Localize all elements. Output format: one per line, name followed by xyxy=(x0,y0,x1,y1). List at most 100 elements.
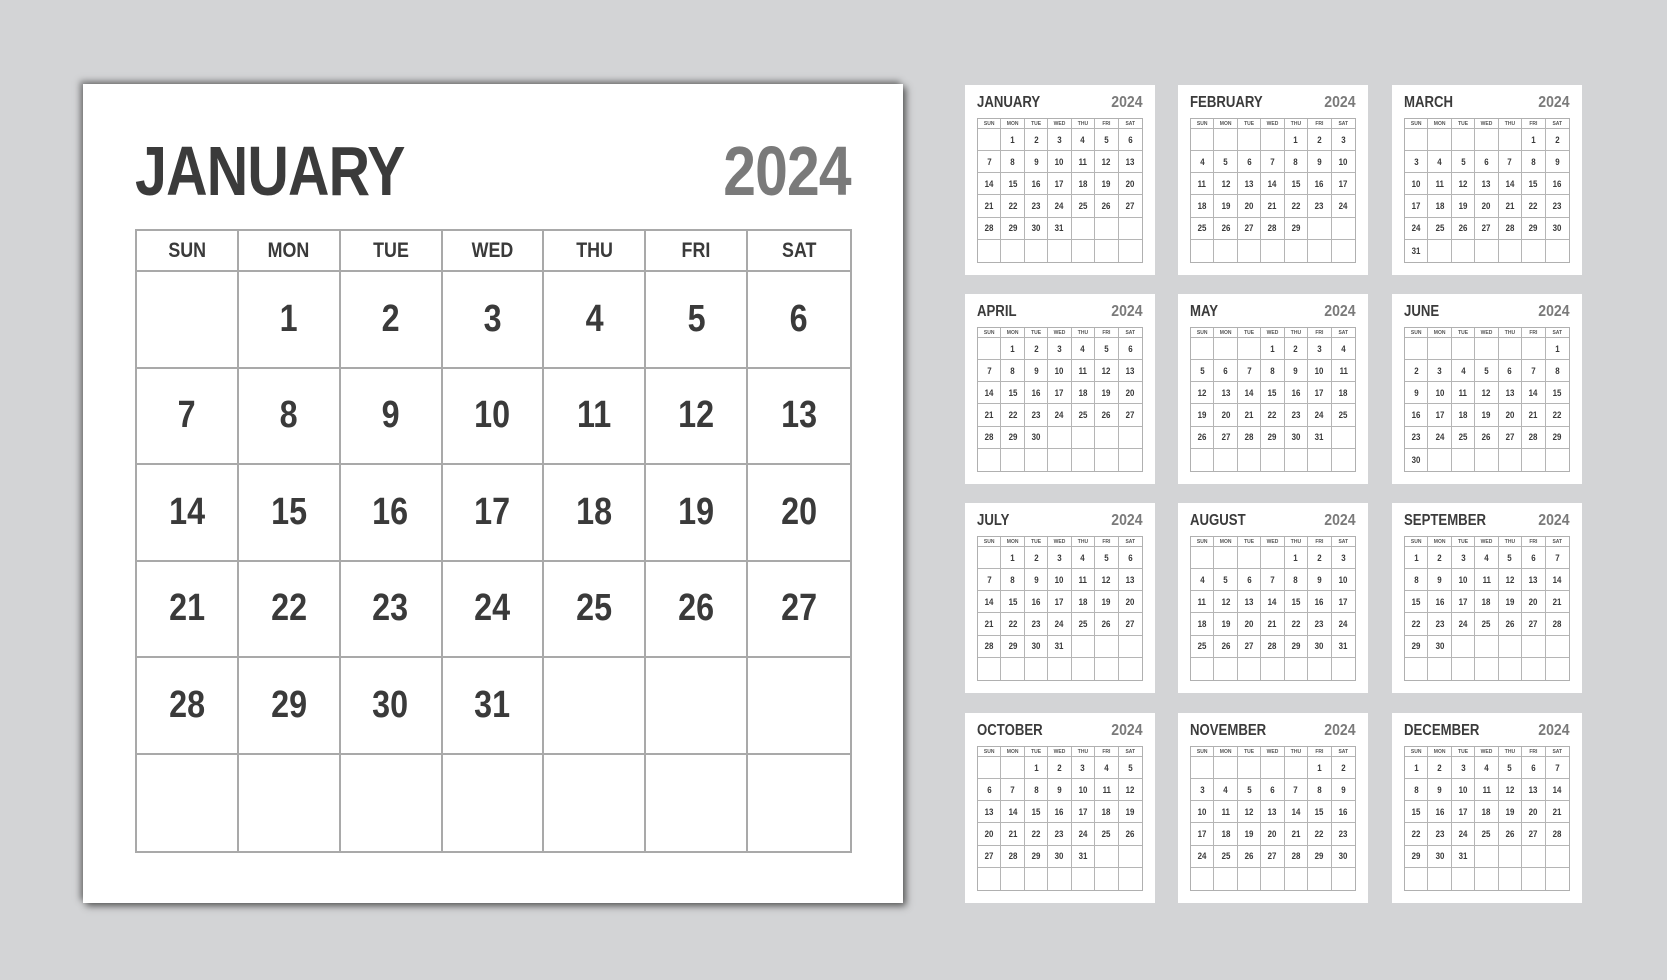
mini-day-cell[interactable]: 17 xyxy=(1331,591,1355,614)
mini-day-cell[interactable]: 22 xyxy=(1001,195,1025,218)
mini-day-cell[interactable]: 28 xyxy=(1522,426,1546,449)
mini-day-cell[interactable]: 31 xyxy=(1308,426,1332,449)
month-card-october[interactable]: OCTOBER 2024 SUN MON TUE WED THU FRI SAT 1 2 3 4 5 6 7 8… xyxy=(965,713,1155,903)
mini-day-cell[interactable]: 25 xyxy=(1214,845,1238,868)
featured-day-cell[interactable]: 8 xyxy=(238,368,341,465)
mini-day-cell[interactable]: 10 xyxy=(1331,151,1355,174)
mini-day-cell[interactable]: 17 xyxy=(1191,823,1215,846)
mini-day-cell[interactable]: 24 xyxy=(1331,195,1355,218)
mini-day-cell[interactable]: 18 xyxy=(1071,382,1096,405)
mini-day-cell[interactable]: 23 xyxy=(1545,195,1569,218)
mini-day-cell[interactable]: 3 xyxy=(1331,547,1355,570)
mini-day-cell[interactable]: 4 xyxy=(1331,338,1355,361)
mini-day-cell[interactable]: 6 xyxy=(1237,151,1262,174)
mini-day-cell[interactable]: 10 xyxy=(1048,151,1072,174)
mini-day-cell[interactable]: 8 xyxy=(1024,779,1049,802)
mini-day-cell[interactable]: 3 xyxy=(1451,757,1476,780)
mini-day-cell[interactable]: 23 xyxy=(1308,613,1332,636)
mini-day-cell[interactable]: 26 xyxy=(1095,613,1119,636)
mini-day-cell[interactable]: 7 xyxy=(1261,569,1285,592)
mini-day-cell[interactable]: 23 xyxy=(1024,613,1049,636)
mini-day-cell[interactable]: 27 xyxy=(1237,635,1262,658)
mini-day-cell[interactable]: 27 xyxy=(1118,613,1142,636)
mini-day-cell[interactable]: 5 xyxy=(1214,151,1238,174)
featured-day-cell[interactable]: 24 xyxy=(442,561,545,658)
mini-day-cell[interactable]: 16 xyxy=(1331,801,1355,824)
mini-day-cell[interactable]: 7 xyxy=(1237,360,1262,383)
mini-day-cell[interactable]: 8 xyxy=(1261,360,1285,383)
month-card-august[interactable]: AUGUST 2024 SUN MON TUE WED THU FRI SAT 1 2 3 4 5 6 7 8 9… xyxy=(1178,503,1368,693)
mini-day-cell[interactable]: 29 xyxy=(1284,635,1309,658)
featured-day-cell[interactable]: 30 xyxy=(340,658,443,755)
mini-day-cell[interactable]: 13 xyxy=(1237,173,1262,196)
mini-day-cell[interactable]: 19 xyxy=(1095,173,1119,196)
mini-day-cell[interactable]: 8 xyxy=(1405,779,1429,802)
featured-day-cell[interactable]: 19 xyxy=(646,465,749,562)
mini-day-cell[interactable]: 24 xyxy=(1048,613,1072,636)
mini-day-cell[interactable]: 30 xyxy=(1428,845,1452,868)
mini-day-cell[interactable]: 11 xyxy=(1214,801,1238,824)
mini-day-cell[interactable]: 10 xyxy=(1451,569,1476,592)
mini-day-cell[interactable]: 31 xyxy=(1071,845,1096,868)
mini-day-cell[interactable]: 9 xyxy=(1428,569,1452,592)
mini-day-cell[interactable]: 6 xyxy=(1261,779,1285,802)
mini-day-cell[interactable]: 25 xyxy=(1475,823,1499,846)
mini-day-cell[interactable]: 23 xyxy=(1024,195,1049,218)
mini-day-cell[interactable]: 17 xyxy=(1331,173,1355,196)
mini-day-cell[interactable]: 11 xyxy=(1191,591,1215,614)
month-card-february[interactable]: FEBRUARY 2024 SUN MON TUE WED THU FRI SAT 1 2 3 4 5 6 7… xyxy=(1178,85,1368,275)
mini-day-cell[interactable]: 20 xyxy=(1237,195,1262,218)
mini-day-cell[interactable]: 28 xyxy=(1498,217,1523,240)
mini-day-cell[interactable]: 27 xyxy=(1522,823,1546,846)
mini-day-cell[interactable]: 4 xyxy=(1191,569,1215,592)
mini-day-cell[interactable]: 6 xyxy=(978,779,1002,802)
mini-day-cell[interactable]: 12 xyxy=(1095,151,1119,174)
mini-day-cell[interactable]: 16 xyxy=(1405,404,1429,427)
mini-day-cell[interactable]: 21 xyxy=(1545,591,1569,614)
mini-day-cell[interactable]: 9 xyxy=(1308,569,1332,592)
mini-day-cell[interactable]: 21 xyxy=(1498,195,1523,218)
mini-day-cell[interactable]: 27 xyxy=(1522,613,1546,636)
mini-day-cell[interactable]: 2 xyxy=(1428,547,1452,570)
featured-day-cell[interactable]: 12 xyxy=(646,368,749,465)
featured-day-cell[interactable]: 1 xyxy=(238,272,341,369)
featured-day-cell[interactable]: 20 xyxy=(748,465,850,562)
mini-day-cell[interactable]: 22 xyxy=(1405,823,1429,846)
mini-day-cell[interactable]: 27 xyxy=(1475,217,1499,240)
mini-day-cell[interactable]: 1 xyxy=(1284,129,1309,152)
mini-day-cell[interactable]: 20 xyxy=(978,823,1002,846)
mini-day-cell[interactable]: 31 xyxy=(1331,636,1355,658)
mini-day-cell[interactable]: 22 xyxy=(1024,823,1049,846)
mini-day-cell[interactable]: 15 xyxy=(1284,173,1309,196)
mini-day-cell[interactable]: 12 xyxy=(1191,382,1215,405)
mini-day-cell[interactable]: 2 xyxy=(1545,129,1569,152)
mini-day-cell[interactable]: 5 xyxy=(1451,151,1476,174)
mini-day-cell[interactable]: 3 xyxy=(1048,129,1072,152)
mini-day-cell[interactable]: 11 xyxy=(1475,779,1499,802)
mini-day-cell[interactable]: 14 xyxy=(1237,382,1262,405)
mini-day-cell[interactable]: 2 xyxy=(1405,360,1429,383)
mini-day-cell[interactable]: 6 xyxy=(1118,338,1142,361)
mini-day-cell[interactable]: 14 xyxy=(1261,173,1285,196)
mini-day-cell[interactable]: 9 xyxy=(1308,151,1332,174)
mini-day-cell[interactable]: 11 xyxy=(1071,569,1096,592)
mini-day-cell[interactable]: 17 xyxy=(1451,801,1476,824)
mini-day-cell[interactable]: 20 xyxy=(1261,823,1285,846)
mini-day-cell[interactable]: 25 xyxy=(1428,217,1452,240)
mini-day-cell[interactable]: 16 xyxy=(1048,801,1072,824)
mini-day-cell[interactable]: 25 xyxy=(1331,404,1355,427)
mini-day-cell[interactable]: 15 xyxy=(1284,591,1309,614)
mini-day-cell[interactable]: 27 xyxy=(1498,426,1523,449)
mini-day-cell[interactable]: 5 xyxy=(1475,360,1499,383)
mini-day-cell[interactable]: 11 xyxy=(1331,360,1355,383)
mini-day-cell[interactable]: 24 xyxy=(1331,613,1355,636)
mini-day-cell[interactable]: 26 xyxy=(1475,426,1499,449)
mini-day-cell[interactable]: 8 xyxy=(1001,360,1025,383)
featured-day-cell[interactable]: 15 xyxy=(238,465,341,562)
mini-day-cell[interactable]: 22 xyxy=(1001,613,1025,636)
mini-day-cell[interactable]: 25 xyxy=(1071,404,1096,427)
mini-day-cell[interactable]: 29 xyxy=(1405,635,1429,658)
mini-day-cell[interactable]: 11 xyxy=(1095,779,1119,802)
mini-day-cell[interactable]: 25 xyxy=(1451,426,1476,449)
mini-day-cell[interactable]: 20 xyxy=(1522,801,1546,824)
